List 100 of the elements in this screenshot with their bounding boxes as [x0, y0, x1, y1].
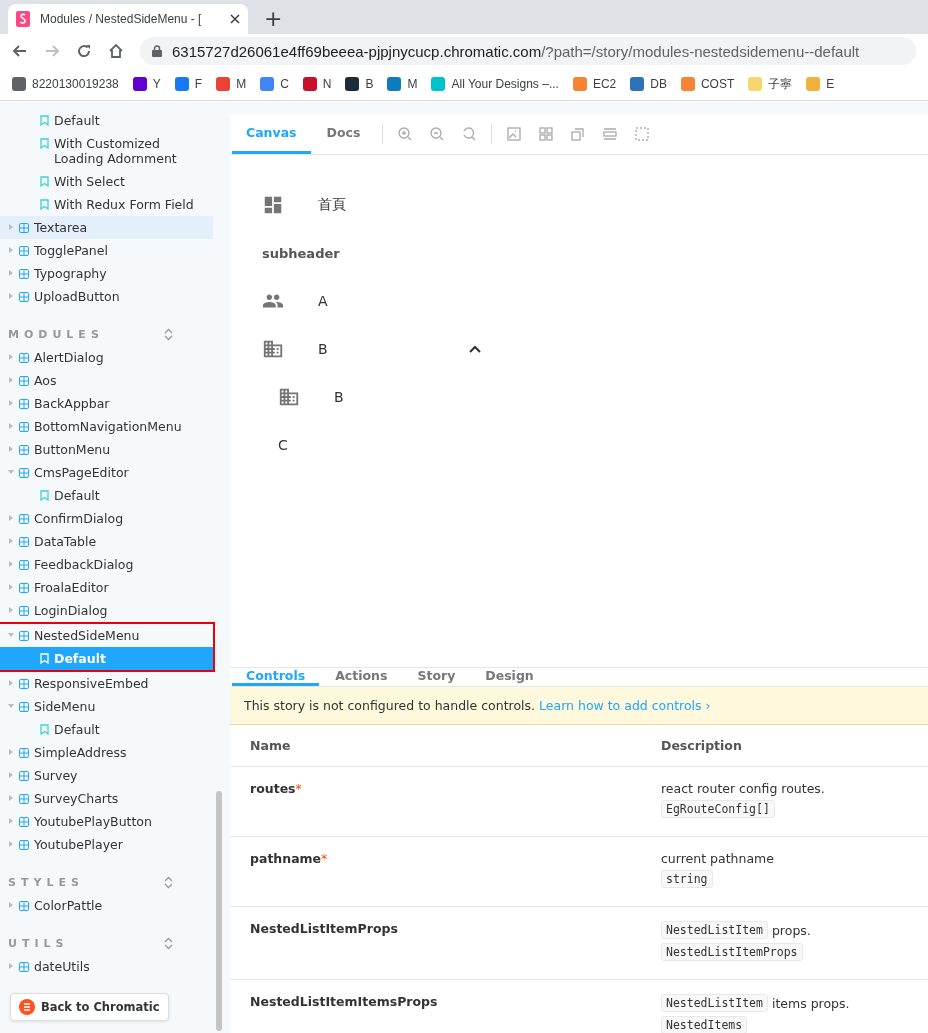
- description-text: props.: [771, 922, 811, 938]
- component-item[interactable]: CmsPageEditor: [0, 461, 213, 484]
- story-item[interactable]: Default: [0, 718, 213, 741]
- bookmark[interactable]: Y: [132, 77, 161, 91]
- back-button[interactable]: Back to Chromatic: [10, 993, 169, 1021]
- caret-right-icon: [8, 584, 14, 590]
- description-text: items props.: [771, 995, 850, 1011]
- component-item[interactable]: SurveyCharts: [0, 787, 213, 810]
- type-code: NestedListItem: [661, 921, 768, 939]
- component-item[interactable]: UploadButton: [0, 285, 213, 308]
- menu-item[interactable]: B: [262, 325, 482, 373]
- bookmark[interactable]: M: [216, 77, 247, 91]
- bookmark[interactable]: B: [345, 77, 374, 91]
- tab[interactable]: Design: [471, 668, 548, 686]
- component-item[interactable]: SimpleAddress: [0, 741, 213, 764]
- back-arrow-icon[interactable]: [12, 43, 28, 59]
- type-code: NestedListItemProps: [661, 943, 803, 961]
- component-item[interactable]: BackAppbar: [0, 392, 213, 415]
- component-item[interactable]: ConfirmDialog: [0, 507, 213, 530]
- story-item[interactable]: Default: [0, 484, 213, 507]
- bookmark[interactable]: DB: [630, 77, 667, 91]
- outline-icon: [634, 126, 651, 142]
- component-item[interactable]: ResponsiveEmbed: [0, 672, 213, 695]
- menu-item[interactable]: 首頁: [262, 181, 482, 229]
- bookmark[interactable]: COST: [680, 77, 735, 91]
- bookmark[interactable]: N: [302, 77, 332, 91]
- menu-item[interactable]: A: [262, 277, 482, 325]
- lock-icon: [152, 45, 162, 57]
- component-item[interactable]: FroalaEditor: [0, 576, 213, 599]
- expand-collapse-icon[interactable]: [164, 937, 173, 950]
- new-tab-button[interactable]: +: [256, 4, 291, 34]
- component-icon: [19, 583, 29, 593]
- component-item[interactable]: BottomNavigationMenu: [0, 415, 213, 438]
- url-text: 6315727d26061e4ff69beeea-pjpjnycucp.chromatic.com/?path=/story/modules-nestedsidemenu--default: [172, 42, 860, 60]
- component-item[interactable]: Survey: [0, 764, 213, 787]
- component-icon: [19, 962, 29, 972]
- component-item[interactable]: SideMenu: [0, 695, 213, 718]
- component-icon: [19, 422, 29, 432]
- component-item[interactable]: ColorPattle: [0, 894, 213, 917]
- tab[interactable]: Actions: [321, 668, 402, 686]
- expand-collapse-icon[interactable]: [164, 328, 173, 341]
- tab[interactable]: Story: [403, 668, 470, 686]
- grid-icon: [538, 126, 555, 142]
- component-item[interactable]: YoutubePlayButton: [0, 810, 213, 833]
- bookmark[interactable]: E: [806, 77, 835, 91]
- component-icon: [19, 223, 29, 233]
- component-item[interactable]: Textarea: [0, 216, 213, 239]
- bookmark-label: 子寧: [768, 75, 793, 93]
- component-item[interactable]: ButtonMenu: [0, 438, 213, 461]
- component-item[interactable]: Typography: [0, 262, 213, 285]
- component-item[interactable]: LoginDialog: [0, 599, 213, 622]
- component-item[interactable]: YoutubePlayer: [0, 833, 213, 856]
- bookmark-label: EC2: [592, 77, 617, 91]
- bookmark[interactable]: EC2: [572, 77, 617, 91]
- story-item[interactable]: With Customized Loading Adornment: [0, 132, 213, 170]
- bookmark[interactable]: 8220130019238: [12, 77, 119, 91]
- component-item[interactable]: NestedSideMenu: [0, 624, 213, 647]
- caret-right-icon: [8, 749, 14, 755]
- component-item[interactable]: FeedbackDialog: [0, 553, 213, 576]
- caret-right-icon: [8, 841, 14, 847]
- menu-item-label: A: [318, 293, 329, 309]
- tab[interactable]: Docs: [312, 114, 375, 154]
- notice-text: This story is not configured to handle controls.: [244, 698, 536, 713]
- browser-tab[interactable]: Modules / NestedSideMenu - [: [8, 4, 248, 34]
- home-icon[interactable]: [108, 43, 124, 59]
- component-item[interactable]: dateUtils: [0, 955, 213, 978]
- component-icon: [19, 269, 29, 279]
- story-item[interactable]: With Select: [0, 170, 213, 193]
- component-item[interactable]: TogglePanel: [0, 239, 213, 262]
- bookmark[interactable]: 子寧: [748, 75, 793, 93]
- story-item[interactable]: With Redux Form Field: [0, 193, 213, 216]
- bookmark[interactable]: F: [174, 77, 203, 91]
- reload-icon[interactable]: [76, 43, 92, 59]
- bookmark[interactable]: M: [387, 77, 418, 91]
- menu-item[interactable]: C: [262, 421, 482, 469]
- forward-arrow-icon[interactable]: [44, 43, 60, 59]
- zoom-in-icon: [397, 126, 414, 142]
- close-icon[interactable]: [230, 14, 240, 24]
- caret-right-icon: [8, 377, 14, 383]
- caret-right-icon: [8, 538, 14, 544]
- component-item[interactable]: AlertDialog: [0, 346, 213, 369]
- building-icon: [262, 338, 284, 360]
- caret-right-icon: [8, 400, 14, 406]
- menu-subheader: subheader: [262, 245, 340, 261]
- caret-right-icon: [8, 772, 14, 778]
- caret-right-icon: [8, 607, 14, 613]
- component-item[interactable]: Aos: [0, 369, 213, 392]
- bookmark[interactable]: C: [260, 77, 289, 91]
- bookmark-label: F: [194, 77, 203, 91]
- story-item[interactable]: Default: [0, 109, 213, 132]
- address-bar[interactable]: 6315727d26061e4ff69beeea-pjpjnycucp.chromatic.com/?path=/story/modules-nestedsidemenu--default: [140, 37, 916, 65]
- column-header: Name: [250, 738, 292, 753]
- bookmark-label: All Your Designs –...: [451, 77, 559, 91]
- bookmark[interactable]: All Your Designs –...: [431, 77, 559, 91]
- section-title: STYLES: [8, 876, 84, 889]
- menu-item[interactable]: B: [262, 373, 482, 421]
- caret-right-icon: [8, 963, 14, 969]
- component-item[interactable]: DataTable: [0, 530, 213, 553]
- component-icon: [19, 817, 29, 827]
- expand-collapse-icon[interactable]: [164, 876, 173, 889]
